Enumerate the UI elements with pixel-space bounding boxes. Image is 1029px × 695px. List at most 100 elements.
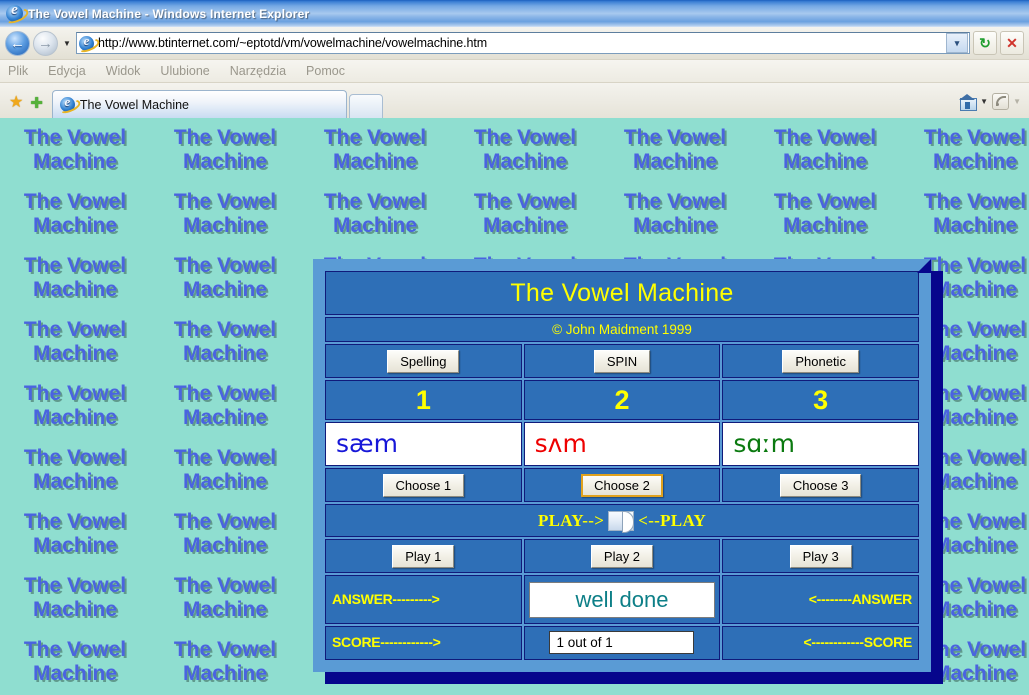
ie-logo-icon: [6, 2, 23, 22]
new-tab-button[interactable]: [348, 94, 383, 118]
wallpaper-tile: The VowelMachine: [150, 374, 300, 438]
panel-bevel-corner: [917, 259, 931, 273]
wallpaper-line-1: The Vowel: [173, 190, 277, 213]
wallpaper-tile: The VowelMachine: [300, 182, 450, 246]
vowel-machine-panel: The Vowel Machine © John Maidment 1999 S…: [313, 259, 943, 684]
wallpaper-line-2: Machine: [32, 278, 118, 301]
app-copyright: © John Maidment 1999: [325, 317, 919, 342]
choose-cell-1: Choose 1: [325, 468, 522, 503]
wallpaper-tile: The VowelMachine: [150, 502, 300, 566]
wallpaper-tile: The VowelMachine: [150, 566, 300, 630]
wallpaper-line-1: The Vowel: [23, 382, 127, 405]
wallpaper-line-2: Machine: [182, 662, 268, 685]
wallpaper-line-2: Machine: [32, 150, 118, 173]
transcription-3: sɑːm: [723, 424, 918, 465]
chevron-down-icon: ▾: [954, 37, 960, 48]
spin-button[interactable]: SPIN: [593, 349, 651, 373]
url-input[interactable]: http://www.btinternet.com/~eptotd/vm/vow…: [76, 32, 970, 54]
menu-item-help[interactable]: Pomoc: [306, 64, 345, 78]
choose-2-button[interactable]: Choose 2: [581, 473, 663, 497]
forward-button[interactable]: →: [33, 30, 58, 56]
menu-item-view[interactable]: Widok: [106, 64, 141, 78]
answer-field[interactable]: well done: [528, 581, 716, 618]
answer-left-label: ANSWER--------->: [332, 590, 440, 607]
page-viewport: The Vowel Machine The Vowel Machine The Vowe…: [0, 118, 1029, 695]
wallpaper-line-2: Machine: [182, 214, 268, 237]
score-right-label: <------------SCORE: [803, 633, 912, 650]
phonetic-button[interactable]: Phonetic: [782, 349, 859, 373]
wallpaper-line-2: Machine: [32, 662, 118, 685]
column-number-1: 1: [325, 380, 522, 421]
play-cell-3: Play 3: [722, 539, 919, 574]
wallpaper-line-1: The Vowel: [23, 510, 127, 533]
transcription-1: sæm: [326, 424, 521, 465]
url-dropdown-button[interactable]: ▾: [946, 33, 968, 53]
app-title: The Vowel Machine: [325, 271, 919, 315]
menu-item-file[interactable]: Plik: [8, 64, 28, 78]
wallpaper-line-1: The Vowel: [23, 126, 127, 149]
sound-play-widget-icon[interactable]: [608, 510, 635, 533]
wallpaper-line-1: The Vowel: [623, 190, 727, 213]
wallpaper-line-2: Machine: [482, 214, 568, 237]
choose-1-button[interactable]: Choose 1: [382, 473, 465, 497]
wallpaper-line-2: Machine: [782, 214, 868, 237]
wallpaper-line-2: Machine: [632, 214, 718, 237]
wallpaper-line-2: Machine: [182, 598, 268, 621]
score-right-label-cell: <------------SCORE: [722, 625, 919, 660]
wallpaper-line-2: Machine: [32, 598, 118, 621]
wallpaper-line-1: The Vowel: [923, 126, 1027, 149]
stop-button[interactable]: ✕: [1000, 31, 1024, 55]
wallpaper-line-2: Machine: [632, 150, 718, 173]
wallpaper-line-1: The Vowel: [23, 446, 127, 469]
wallpaper-line-1: The Vowel: [23, 318, 127, 341]
favorites-star-icon[interactable]: ★: [9, 95, 23, 111]
menu-item-edit[interactable]: Edycja: [48, 64, 86, 78]
wallpaper-tile: The VowelMachine: [0, 310, 150, 374]
wallpaper-line-2: Machine: [782, 150, 868, 173]
play-3-button[interactable]: Play 3: [789, 544, 852, 568]
play-1-button[interactable]: Play 1: [392, 544, 455, 568]
play-2-button[interactable]: Play 2: [590, 544, 654, 568]
wallpaper-line-2: Machine: [182, 534, 268, 557]
wallpaper-line-2: Machine: [32, 534, 118, 557]
tab-bar: ★ ✚ The Vowel Machine ▼ ▼: [0, 83, 1029, 118]
wallpaper-line-1: The Vowel: [173, 638, 277, 661]
wallpaper-tile: The VowelMachine: [150, 118, 300, 182]
back-button[interactable]: ←: [5, 30, 30, 56]
tab-label: The Vowel Machine: [79, 97, 190, 112]
url-text: http://www.btinternet.com/~eptotd/vm/vow…: [98, 36, 488, 50]
wallpaper-line-2: Machine: [482, 150, 568, 173]
wallpaper-line-2: Machine: [32, 214, 118, 237]
chevron-down-icon[interactable]: ▼: [980, 97, 988, 106]
wallpaper-line-2: Machine: [182, 342, 268, 365]
wallpaper-line-2: Machine: [932, 150, 1018, 173]
tab-the-vowel-machine[interactable]: The Vowel Machine: [51, 90, 347, 118]
play-left-label: PLAY-->: [537, 510, 605, 530]
menu-item-favorites[interactable]: Ulubione: [160, 64, 209, 78]
score-field[interactable]: 1 out of 1: [549, 631, 695, 655]
wallpaper-tile: The VowelMachine: [150, 246, 300, 310]
rss-feed-icon[interactable]: [992, 93, 1010, 110]
back-arrow-icon: ←: [10, 34, 25, 52]
close-icon: ✕: [1006, 34, 1018, 51]
refresh-icon: ↻: [979, 34, 991, 51]
wallpaper-tile: The VowelMachine: [300, 118, 450, 182]
wallpaper-tile: The VowelMachine: [0, 566, 150, 630]
wallpaper-tile: The VowelMachine: [0, 630, 150, 694]
forward-arrow-icon: →: [38, 34, 53, 52]
menu-bar: Plik Edycja Widok Ulubione Narzędzia Pom…: [0, 60, 1029, 83]
answer-value-cell: well done: [523, 575, 721, 624]
spelling-button[interactable]: Spelling: [387, 349, 460, 373]
wallpaper-line-2: Machine: [332, 150, 418, 173]
choose-3-button[interactable]: Choose 3: [779, 473, 862, 497]
add-to-favorites-icon[interactable]: ✚: [30, 96, 43, 111]
recent-pages-button[interactable]: ▼: [61, 32, 73, 54]
wallpaper-tile: The VowelMachine: [0, 246, 150, 310]
wallpaper-line-1: The Vowel: [173, 574, 277, 597]
wallpaper-line-1: The Vowel: [173, 254, 277, 277]
home-icon[interactable]: [959, 94, 978, 111]
menu-item-tools[interactable]: Narzędzia: [230, 64, 286, 78]
wallpaper-line-1: The Vowel: [173, 510, 277, 533]
refresh-button[interactable]: ↻: [973, 31, 997, 55]
wallpaper-tile: The VowelMachine: [150, 310, 300, 374]
